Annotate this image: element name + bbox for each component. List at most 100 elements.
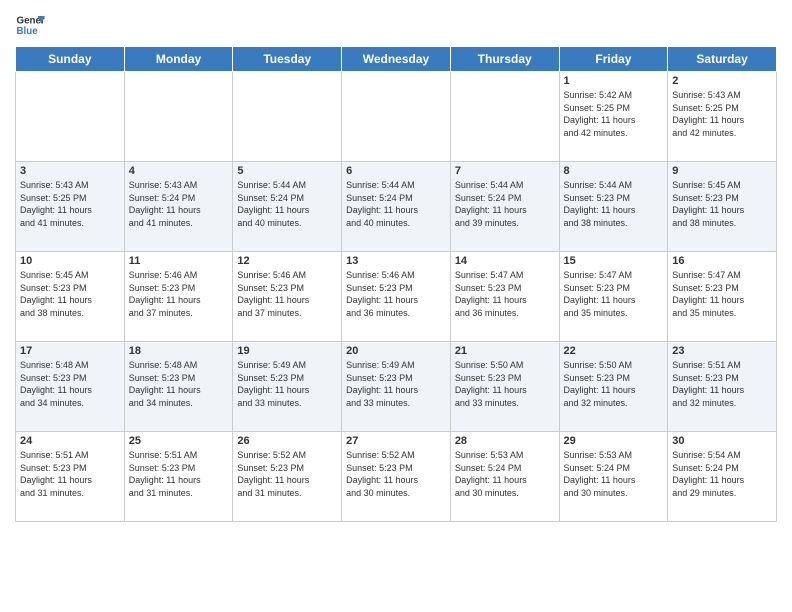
empty-cell — [450, 72, 559, 162]
calendar-cell-27: 27 Sunrise: 5:52 AM Sunset: 5:23 PM Dayli… — [342, 432, 451, 522]
calendar-cell-12: 12 Sunrise: 5:46 AM Sunset: 5:23 PM Dayli… — [233, 252, 342, 342]
logo: General Blue — [15, 10, 45, 40]
day-number: 21 — [455, 345, 555, 357]
cell-info: Sunrise: 5:52 AM Sunset: 5:23 PM Dayligh… — [346, 449, 446, 499]
cell-info: Sunrise: 5:51 AM Sunset: 5:23 PM Dayligh… — [672, 359, 772, 409]
calendar-cell-16: 16 Sunrise: 5:47 AM Sunset: 5:23 PM Dayli… — [668, 252, 777, 342]
cell-info: Sunrise: 5:44 AM Sunset: 5:23 PM Dayligh… — [564, 179, 664, 229]
cell-info: Sunrise: 5:51 AM Sunset: 5:23 PM Dayligh… — [129, 449, 229, 499]
cell-info: Sunrise: 5:47 AM Sunset: 5:23 PM Dayligh… — [455, 269, 555, 319]
day-number: 5 — [237, 165, 337, 177]
day-header-thursday: Thursday — [450, 47, 559, 72]
cell-info: Sunrise: 5:47 AM Sunset: 5:23 PM Dayligh… — [564, 269, 664, 319]
calendar-cell-8: 8 Sunrise: 5:44 AM Sunset: 5:23 PM Daylig… — [559, 162, 668, 252]
day-number: 11 — [129, 255, 229, 267]
calendar-cell-3: 3 Sunrise: 5:43 AM Sunset: 5:25 PM Daylig… — [16, 162, 125, 252]
calendar-cell-14: 14Sunrise: 5:47 AM Sunset: 5:23 PM Dayli… — [450, 252, 559, 342]
day-number: 20 — [346, 345, 446, 357]
day-number: 12 — [237, 255, 337, 267]
day-number: 18 — [129, 345, 229, 357]
calendar-cell-6: 6Sunrise: 5:44 AM Sunset: 5:24 PM Daylig… — [342, 162, 451, 252]
cell-info: Sunrise: 5:42 AM Sunset: 5:25 PM Dayligh… — [564, 89, 664, 139]
cell-info: Sunrise: 5:52 AM Sunset: 5:23 PM Dayligh… — [237, 449, 337, 499]
cell-info: Sunrise: 5:43 AM Sunset: 5:24 PM Dayligh… — [129, 179, 229, 229]
day-number: 26 — [237, 435, 337, 447]
cell-info: Sunrise: 5:48 AM Sunset: 5:23 PM Dayligh… — [129, 359, 229, 409]
calendar-table: SundayMondayTuesdayWednesdayThursdayFrid… — [15, 46, 777, 522]
cell-info: Sunrise: 5:44 AM Sunset: 5:24 PM Dayligh… — [455, 179, 555, 229]
svg-text:Blue: Blue — [17, 26, 39, 37]
calendar-cell-23: 23 Sunrise: 5:51 AM Sunset: 5:23 PM Dayli… — [668, 342, 777, 432]
day-number: 19 — [237, 345, 337, 357]
day-header-tuesday: Tuesday — [233, 47, 342, 72]
day-number: 13 — [346, 255, 446, 267]
day-header-saturday: Saturday — [668, 47, 777, 72]
day-header-sunday: Sunday — [16, 47, 125, 72]
calendar-cell-7: 7 Sunrise: 5:44 AM Sunset: 5:24 PM Daylig… — [450, 162, 559, 252]
day-number: 17 — [20, 345, 120, 357]
calendar-cell-29: 29Sunrise: 5:53 AM Sunset: 5:24 PM Dayli… — [559, 432, 668, 522]
day-number: 8 — [564, 165, 664, 177]
cell-info: Sunrise: 5:48 AM Sunset: 5:23 PM Dayligh… — [20, 359, 120, 409]
calendar-cell-5: 5 Sunrise: 5:44 AM Sunset: 5:24 PM Daylig… — [233, 162, 342, 252]
cell-info: Sunrise: 5:46 AM Sunset: 5:23 PM Dayligh… — [346, 269, 446, 319]
calendar-cell-9: 9 Sunrise: 5:45 AM Sunset: 5:23 PM Daylig… — [668, 162, 777, 252]
day-number: 16 — [672, 255, 772, 267]
cell-info: Sunrise: 5:44 AM Sunset: 5:24 PM Dayligh… — [237, 179, 337, 229]
calendar-cell-20: 20 Sunrise: 5:49 AM Sunset: 5:23 PM Dayli… — [342, 342, 451, 432]
calendar-cell-10: 10Sunrise: 5:45 AM Sunset: 5:23 PM Dayli… — [16, 252, 125, 342]
cell-info: Sunrise: 5:43 AM Sunset: 5:25 PM Dayligh… — [672, 89, 772, 139]
day-number: 1 — [564, 75, 664, 87]
cell-info: Sunrise: 5:54 AM Sunset: 5:24 PM Dayligh… — [672, 449, 772, 499]
calendar-cell-15: 15 Sunrise: 5:47 AM Sunset: 5:23 PM Dayli… — [559, 252, 668, 342]
cell-info: Sunrise: 5:43 AM Sunset: 5:25 PM Dayligh… — [20, 179, 120, 229]
logo-icon: General Blue — [15, 10, 45, 40]
day-number: 10 — [20, 255, 120, 267]
calendar-cell-19: 19 Sunrise: 5:49 AM Sunset: 5:23 PM Dayli… — [233, 342, 342, 432]
calendar-cell-24: 24 Sunrise: 5:51 AM Sunset: 5:23 PM Dayli… — [16, 432, 125, 522]
calendar-cell-1: 1 Sunrise: 5:42 AM Sunset: 5:25 PM Daylig… — [559, 72, 668, 162]
cell-info: Sunrise: 5:49 AM Sunset: 5:23 PM Dayligh… — [346, 359, 446, 409]
empty-cell — [16, 72, 125, 162]
calendar-cell-25: 25 Sunrise: 5:51 AM Sunset: 5:23 PM Dayli… — [124, 432, 233, 522]
day-number: 6 — [346, 165, 446, 177]
cell-info: Sunrise: 5:49 AM Sunset: 5:23 PM Dayligh… — [237, 359, 337, 409]
calendar-cell-4: 4 Sunrise: 5:43 AM Sunset: 5:24 PM Daylig… — [124, 162, 233, 252]
calendar-cell-11: 11 Sunrise: 5:46 AM Sunset: 5:23 PM Dayli… — [124, 252, 233, 342]
calendar-cell-21: 21 Sunrise: 5:50 AM Sunset: 5:23 PM Dayli… — [450, 342, 559, 432]
day-number: 25 — [129, 435, 229, 447]
cell-info: Sunrise: 5:50 AM Sunset: 5:23 PM Dayligh… — [564, 359, 664, 409]
empty-cell — [124, 72, 233, 162]
cell-info: Sunrise: 5:46 AM Sunset: 5:23 PM Dayligh… — [129, 269, 229, 319]
day-header-wednesday: Wednesday — [342, 47, 451, 72]
day-header-friday: Friday — [559, 47, 668, 72]
day-number: 30 — [672, 435, 772, 447]
day-number: 15 — [564, 255, 664, 267]
calendar-cell-13: 13 Sunrise: 5:46 AM Sunset: 5:23 PM Dayli… — [342, 252, 451, 342]
calendar-cell-2: 2 Sunrise: 5:43 AM Sunset: 5:25 PM Daylig… — [668, 72, 777, 162]
day-number: 27 — [346, 435, 446, 447]
day-number: 23 — [672, 345, 772, 357]
calendar-cell-18: 18 Sunrise: 5:48 AM Sunset: 5:23 PM Dayli… — [124, 342, 233, 432]
day-header-monday: Monday — [124, 47, 233, 72]
calendar-cell-26: 26 Sunrise: 5:52 AM Sunset: 5:23 PM Dayli… — [233, 432, 342, 522]
day-number: 3 — [20, 165, 120, 177]
calendar-cell-28: 28 Sunrise: 5:53 AM Sunset: 5:24 PM Dayli… — [450, 432, 559, 522]
day-number: 7 — [455, 165, 555, 177]
cell-info: Sunrise: 5:53 AM Sunset: 5:24 PM Dayligh… — [564, 449, 664, 499]
cell-info: Sunrise: 5:46 AM Sunset: 5:23 PM Dayligh… — [237, 269, 337, 319]
cell-info: Sunrise: 5:53 AM Sunset: 5:24 PM Dayligh… — [455, 449, 555, 499]
calendar-cell-17: 17 Sunrise: 5:48 AM Sunset: 5:23 PM Dayli… — [16, 342, 125, 432]
cell-info: Sunrise: 5:50 AM Sunset: 5:23 PM Dayligh… — [455, 359, 555, 409]
day-number: 28 — [455, 435, 555, 447]
page-header: General Blue — [15, 10, 777, 40]
day-number: 4 — [129, 165, 229, 177]
cell-info: Sunrise: 5:45 AM Sunset: 5:23 PM Dayligh… — [672, 179, 772, 229]
day-number: 9 — [672, 165, 772, 177]
empty-cell — [233, 72, 342, 162]
cell-info: Sunrise: 5:47 AM Sunset: 5:23 PM Dayligh… — [672, 269, 772, 319]
day-number: 2 — [672, 75, 772, 87]
day-number: 22 — [564, 345, 664, 357]
cell-info: Sunrise: 5:51 AM Sunset: 5:23 PM Dayligh… — [20, 449, 120, 499]
day-number: 24 — [20, 435, 120, 447]
